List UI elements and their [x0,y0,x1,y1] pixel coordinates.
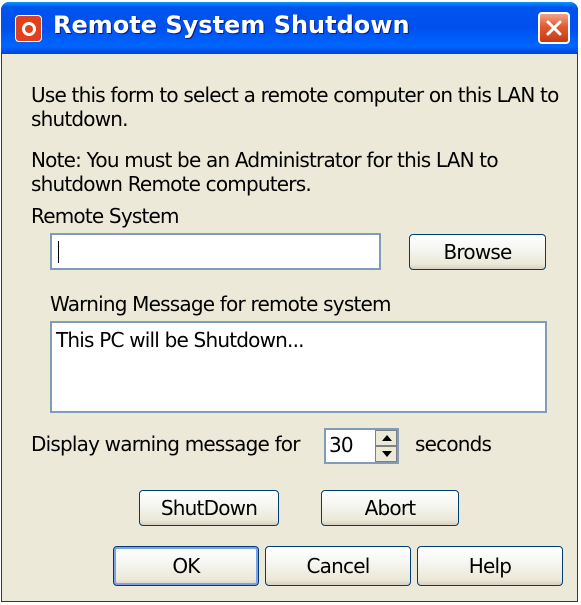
note-line-2: shutdown Remote computers. [31,172,312,196]
power-icon [15,15,42,42]
seconds-value: 30 [329,433,354,457]
title-bar[interactable]: Remote System Shutdown [1,2,578,54]
browse-button[interactable]: Browse [409,234,546,270]
arrow-up-icon [382,435,392,441]
spin-down-button[interactable] [375,446,397,462]
seconds-spinner[interactable]: 30 [324,428,399,464]
display-warning-label: Display warning message for [31,432,300,456]
cancel-button[interactable]: Cancel [265,546,411,586]
spinner-buttons [375,430,397,462]
window-title: Remote System Shutdown [53,11,410,39]
arrow-down-icon [382,451,392,457]
warning-message-textarea[interactable]: This PC will be Shutdown... [50,321,547,413]
dialog-window: Remote System Shutdown Use this form to … [1,2,578,602]
abort-button[interactable]: Abort [321,490,459,526]
ok-button[interactable]: OK [113,546,259,586]
close-icon [546,20,562,36]
remote-system-label: Remote System [31,204,180,228]
intro-line-2: shutdown. [31,107,129,131]
text-caret [58,241,59,263]
seconds-unit-label: seconds [415,432,492,456]
note-line-1: Note: You must be an Administrator for t… [31,148,499,172]
spin-up-button[interactable] [375,430,397,446]
remote-system-input[interactable] [50,233,381,270]
warning-message-text: This PC will be Shutdown... [56,328,304,352]
dialog-body: Use this form to select a remote compute… [2,53,577,601]
warning-message-label: Warning Message for remote system [50,292,391,316]
intro-line-1: Use this form to select a remote compute… [31,83,559,107]
close-button[interactable] [538,12,570,44]
help-button[interactable]: Help [417,546,563,586]
shutdown-button[interactable]: ShutDown [139,490,279,526]
